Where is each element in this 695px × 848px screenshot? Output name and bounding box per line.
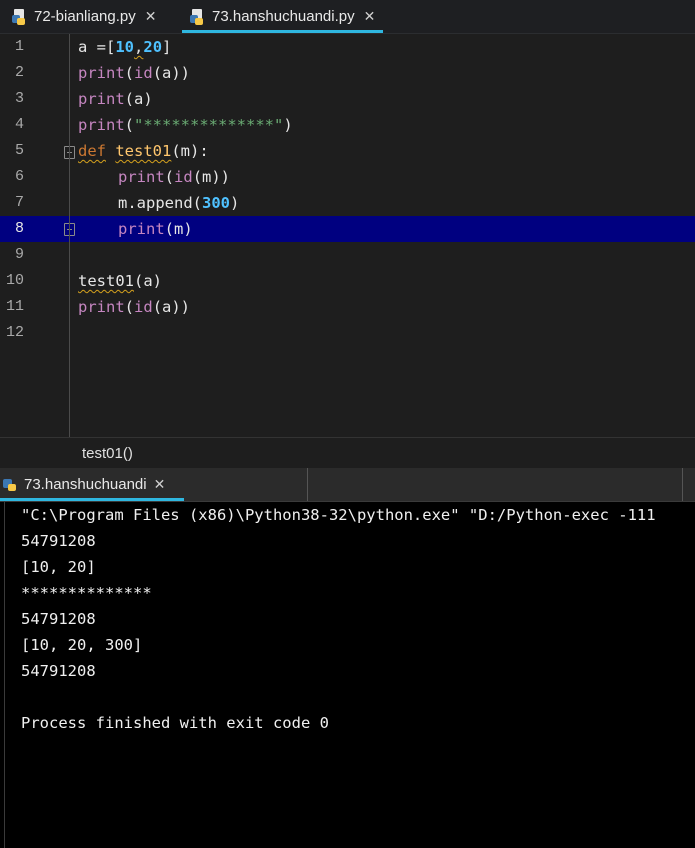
code-editor[interactable]: 1 a =[10,20] 2 print(id(a)) 3 print(a) 4… [0,34,695,437]
console-line: Process finished with exit code 0 [21,714,329,732]
console-line: [10, 20] [21,558,96,576]
run-tab-label: 73.hanshuchuandi [24,476,147,493]
python-file-icon [12,8,28,25]
code-line[interactable]: 10 test01(a) [0,268,695,294]
python-icon [2,477,18,493]
code-text: m.append(300) [118,194,240,212]
gutter-divider [0,34,70,437]
breadcrumb: test01() [0,437,695,469]
close-icon[interactable]: ✕ [154,476,166,493]
code-text: a =[10,20] [78,38,172,56]
code-line[interactable]: 9 [0,242,695,268]
breadcrumb-item[interactable]: test01() [82,445,133,462]
code-line[interactable]: 6 print(id(m)) [0,164,695,190]
code-text: def test01(m): [78,142,209,160]
code-text: test01(a) [78,272,162,290]
console-line: 54791208 [21,610,96,628]
close-icon[interactable]: ✕ [145,8,157,25]
run-tab-bar: 73.hanshuchuandi ✕ [0,468,695,502]
console-line: "C:\Program Files (x86)\Python38-32\pyth… [21,506,656,524]
code-line[interactable]: 7 m.append(300) [0,190,695,216]
console-border [4,502,5,848]
console-line: ************** [21,584,152,602]
code-line[interactable]: 2 print(id(a)) [0,60,695,86]
divider [682,468,683,501]
code-text: print(id(m)) [118,168,231,186]
close-icon[interactable]: ✕ [364,8,376,25]
code-text: print(a) [78,90,153,108]
code-line[interactable]: 3 print(a) [0,86,695,112]
code-line[interactable]: 4 print("**************") [0,112,695,138]
console-line: 54791208 [21,532,96,550]
code-line[interactable]: 5 def test01(m): [0,138,695,164]
tab-72-bianliang[interactable]: 72-bianliang.py ✕ [12,0,156,33]
code-text: print(id(a)) [78,298,191,316]
console-line: 54791208 [21,662,96,680]
console-line: [10, 20, 300] [21,636,143,654]
run-console[interactable]: "C:\Program Files (x86)\Python38-32\pyth… [0,502,695,848]
run-tab[interactable]: 73.hanshuchuandi ✕ [0,468,184,501]
code-text: print(m) [118,220,193,238]
python-file-icon [190,8,206,25]
editor-tab-bar: 72-bianliang.py ✕ 73.hanshuchuandi.py ✕ [0,0,695,34]
current-code-line[interactable]: 8 print(m) [0,216,695,242]
code-line[interactable]: 12 [0,320,695,346]
code-line[interactable]: 11 print(id(a)) [0,294,695,320]
tab-label: 73.hanshuchuandi.py [212,8,355,25]
code-line[interactable]: 1 a =[10,20] [0,34,695,60]
code-text: print(id(a)) [78,64,191,82]
tab-73-hanshuchuandi[interactable]: 73.hanshuchuandi.py ✕ [182,0,384,33]
tab-label: 72-bianliang.py [34,8,136,25]
divider [307,468,308,501]
code-text: print("**************") [78,116,293,134]
